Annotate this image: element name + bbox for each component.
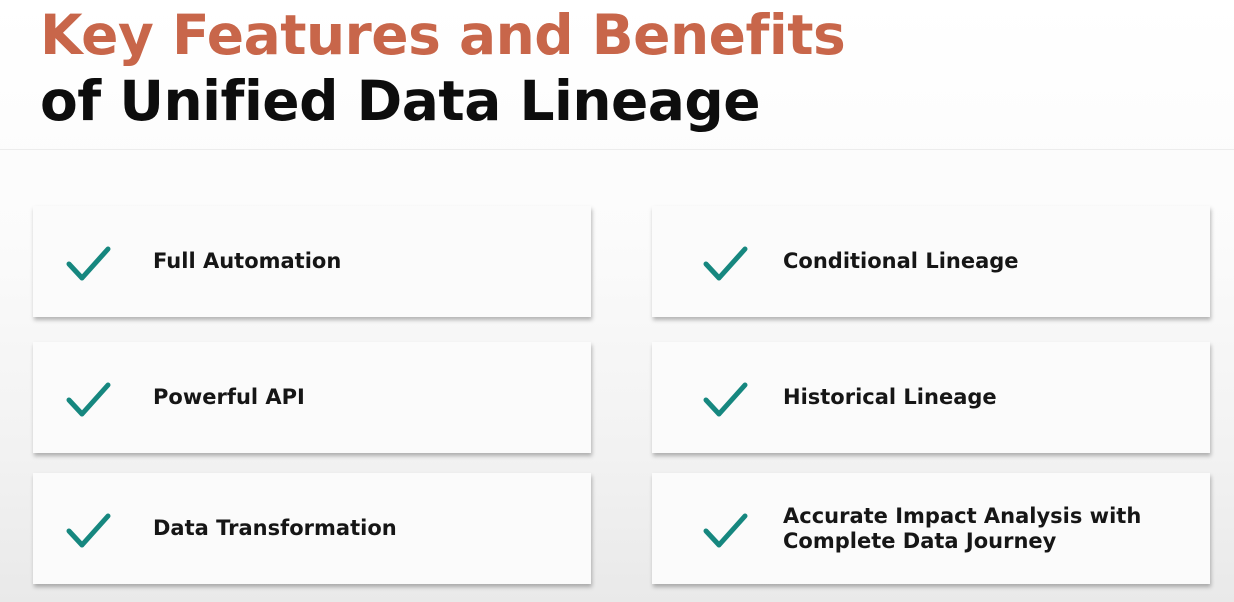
feature-card-accurate-impact-analysis: Accurate Impact Analysis with Complete D… [652, 473, 1210, 584]
feature-label: Historical Lineage [783, 385, 997, 409]
slide-title: Key Features and Benefits of Unified Dat… [40, 2, 1190, 134]
feature-card-conditional-lineage: Conditional Lineage [652, 206, 1210, 317]
feature-card-historical-lineage: Historical Lineage [652, 342, 1210, 453]
feature-card-full-automation: Full Automation [33, 206, 591, 317]
check-icon [63, 511, 113, 551]
feature-label: Full Automation [153, 249, 342, 273]
check-icon [63, 380, 113, 420]
feature-label: Data Transformation [153, 516, 397, 540]
feature-label: Powerful API [153, 385, 305, 409]
feature-card-data-transformation: Data Transformation [33, 473, 591, 584]
slide: Key Features and Benefits of Unified Dat… [0, 0, 1234, 602]
title-divider [0, 149, 1234, 150]
feature-card-powerful-api: Powerful API [33, 342, 591, 453]
feature-label: Accurate Impact Analysis with Complete D… [783, 503, 1142, 553]
check-icon [700, 244, 750, 284]
title-line-main: of Unified Data Lineage [40, 69, 761, 133]
check-icon [700, 380, 750, 420]
feature-label: Conditional Lineage [783, 249, 1019, 273]
title-line-accent: Key Features and Benefits [40, 3, 846, 67]
check-icon [63, 244, 113, 284]
check-icon [700, 511, 750, 551]
